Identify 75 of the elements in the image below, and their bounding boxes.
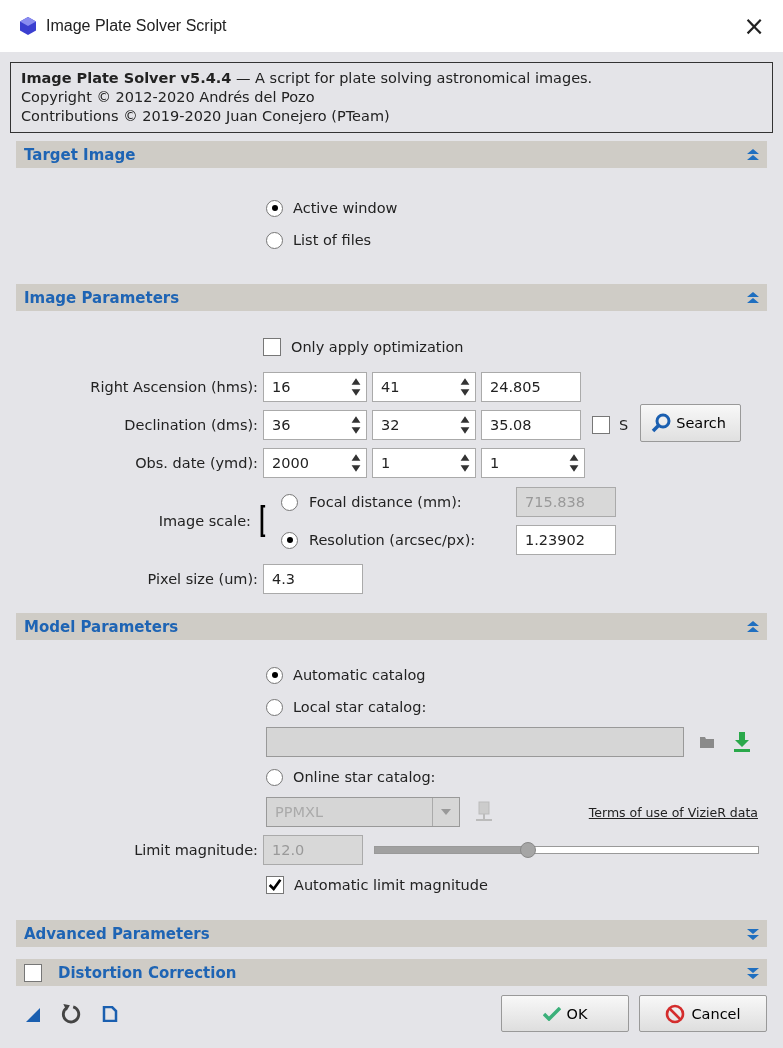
checkbox-label: Automatic limit magnitude — [294, 877, 488, 893]
radio-button[interactable] — [266, 698, 283, 716]
spin-box[interactable]: 41 — [372, 372, 476, 402]
field-label: Declination (dms): — [123, 417, 258, 433]
search-button[interactable]: Search — [640, 404, 742, 442]
field-label: Image scale: — [157, 513, 251, 529]
section-title: Model Parameters — [24, 617, 180, 636]
field-label: Obs. date (ymd): — [134, 455, 258, 471]
section-header[interactable]: Advanced Parameters — [16, 920, 767, 947]
radio-label: Active window — [293, 200, 398, 216]
close-button[interactable]: × — [739, 11, 769, 41]
ok-button[interactable]: OK — [501, 995, 629, 1032]
checkbox-label: Only apply optimization — [291, 339, 464, 355]
radio-button[interactable] — [281, 493, 298, 511]
radio-label: Local star catalog: — [293, 699, 427, 715]
radio-label: Focal distance (mm): — [309, 494, 463, 510]
section-header[interactable]: Distortion Correction — [16, 959, 767, 986]
checkbox[interactable] — [592, 416, 610, 434]
section-header[interactable]: Model Parameters — [16, 613, 767, 640]
checkbox-label: S — [619, 417, 629, 433]
radio-label: List of files — [293, 232, 372, 248]
checkmark-icon — [542, 1006, 561, 1021]
input-field[interactable]: 35.08 — [481, 410, 581, 440]
document-icon[interactable] — [102, 1005, 118, 1022]
reset-icon[interactable] — [60, 1002, 82, 1025]
collapse-icon[interactable] — [747, 148, 759, 161]
vizier-link[interactable]: Terms of use of VizieR data — [588, 804, 758, 820]
checkbox[interactable] — [263, 338, 281, 356]
checkbox[interactable] — [266, 876, 284, 894]
radio-button[interactable] — [281, 531, 298, 549]
folder-icon[interactable] — [700, 736, 714, 748]
bracket-icon — [259, 505, 267, 537]
spin-box[interactable]: 1 — [481, 448, 585, 478]
collapse-icon[interactable] — [747, 620, 759, 633]
input-field[interactable]: 24.805 — [481, 372, 581, 402]
search-icon — [651, 413, 672, 433]
window-title: Image Plate Solver Script — [46, 17, 227, 35]
section-header[interactable]: Target Image — [16, 141, 767, 168]
app-logo-icon — [20, 17, 36, 35]
info-text: Copyright © 2012-2020 Andrés del Pozo — [21, 88, 316, 107]
input-field[interactable]: 4.3 — [263, 564, 363, 594]
checkbox[interactable] — [24, 963, 42, 982]
section-title: Distortion Correction — [58, 963, 238, 982]
slider-thumb[interactable] — [520, 842, 536, 858]
path-field[interactable] — [266, 727, 684, 757]
spin-box[interactable]: 2000 — [263, 448, 367, 478]
section-header[interactable]: Image Parameters — [16, 284, 767, 311]
radio-label: Online star catalog: — [293, 769, 436, 785]
cancel-button[interactable]: Cancel — [639, 995, 767, 1032]
spin-box[interactable]: 16 — [263, 372, 367, 402]
input-field[interactable]: 1.23902 — [516, 525, 616, 555]
expand-icon[interactable] — [747, 927, 759, 940]
section-title: Advanced Parameters — [24, 924, 211, 943]
spin-box[interactable]: 36 — [263, 410, 367, 440]
section-title: Image Parameters — [24, 288, 181, 307]
collapse-icon[interactable] — [747, 291, 759, 304]
radio-button[interactable] — [266, 231, 283, 249]
spin-box[interactable]: 1 — [372, 448, 476, 478]
radio-label: Resolution (arcsec/px): — [309, 532, 477, 548]
download-icon[interactable] — [734, 732, 750, 752]
field-label: Limit magnitude: — [133, 842, 258, 858]
radio-button[interactable] — [266, 666, 283, 684]
radio-button[interactable] — [266, 199, 283, 217]
expand-icon[interactable] — [747, 966, 759, 979]
spin-box[interactable]: 32 — [372, 410, 476, 440]
radio-button[interactable] — [266, 768, 283, 786]
cancel-icon — [665, 1003, 686, 1024]
field-label: Pixel size (um): — [146, 571, 258, 587]
radio-label: Automatic catalog — [293, 667, 426, 683]
section-title: Target Image — [24, 145, 137, 164]
info-text: Image Plate Solver v5.4.4 — A script for plate solving astronomical images. — [21, 69, 594, 88]
field-label: Right Ascension (hms): — [89, 379, 258, 395]
caret-icon — [441, 809, 451, 815]
info-text: Contributions © 2019-2020 Juan Conejero (PTeam) — [21, 107, 391, 126]
slider[interactable] — [374, 842, 759, 858]
